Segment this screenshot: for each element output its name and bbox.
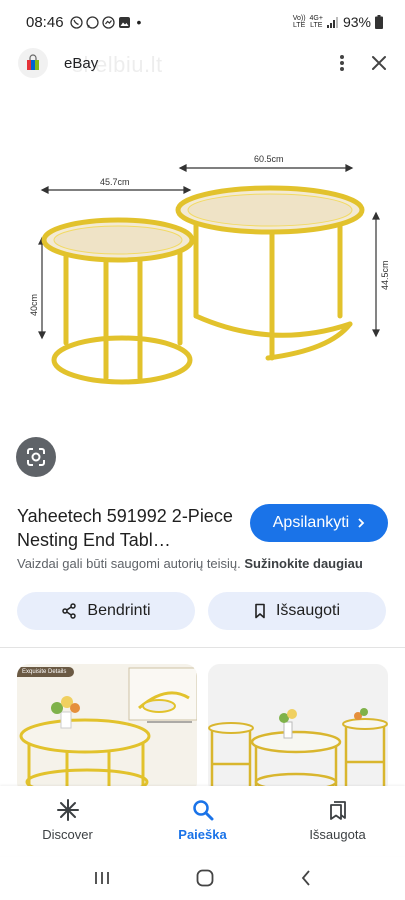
nav-search[interactable]: Paieška bbox=[135, 786, 270, 856]
result-title[interactable]: Yaheetech 591992 2-Piece Nesting End Tab… bbox=[17, 504, 247, 552]
related-image-1[interactable]: Exquisite Details bbox=[17, 664, 197, 794]
visit-label: Apsilankyti bbox=[272, 514, 350, 531]
notification-icons: • bbox=[69, 14, 142, 30]
copyright-text: Vaizdai gali būti saugomi autorių teisių… bbox=[17, 556, 245, 571]
watermark: skelbiu.lt bbox=[72, 52, 163, 77]
related-table-illustration-1 bbox=[17, 664, 197, 794]
messenger-icon bbox=[101, 15, 115, 29]
exquisite-details-tag: Exquisite Details bbox=[17, 667, 75, 677]
discover-asterisk-icon bbox=[56, 799, 79, 821]
status-bar: 08:46 • Vo)) LTE 4G+ LTE 93% bbox=[0, 0, 405, 44]
copyright-notice: Vaizdai gali būti saugomi autorių teisių… bbox=[17, 556, 363, 571]
dimension-width-small: 45.7cm bbox=[100, 177, 130, 187]
image-icon bbox=[118, 16, 130, 28]
lens-icon bbox=[27, 448, 45, 466]
signal-icon bbox=[326, 16, 338, 28]
related-image-2[interactable] bbox=[208, 664, 388, 794]
system-navigation-bar bbox=[0, 856, 405, 900]
status-time: 08:46 bbox=[26, 13, 64, 31]
more-options-icon[interactable] bbox=[339, 54, 345, 72]
nav-saved[interactable]: Išsaugota bbox=[270, 786, 405, 856]
bookmark-icon bbox=[255, 603, 265, 619]
nav-discover-label: Discover bbox=[42, 827, 93, 842]
recent-apps-icon[interactable] bbox=[93, 870, 111, 886]
bottom-navigation: Discover Paieška Išsaugota bbox=[0, 786, 405, 856]
home-icon[interactable] bbox=[196, 869, 214, 887]
lte-indicator: 4G+ LTE bbox=[309, 15, 323, 29]
search-icon bbox=[192, 800, 213, 821]
share-icon bbox=[62, 603, 77, 619]
save-label: Išsaugoti bbox=[275, 602, 341, 619]
share-button[interactable]: Bendrinti bbox=[17, 592, 195, 630]
large-table bbox=[193, 220, 353, 361]
divider bbox=[0, 647, 405, 648]
ebay-favicon bbox=[18, 48, 48, 78]
phone-icon bbox=[69, 15, 83, 29]
volte-indicator: Vo)) LTE bbox=[292, 15, 306, 29]
save-button[interactable]: Išsaugoti bbox=[208, 592, 386, 630]
nav-saved-label: Išsaugota bbox=[309, 827, 366, 842]
battery-percent: 93% bbox=[342, 14, 371, 30]
nav-discover[interactable]: Discover bbox=[0, 786, 135, 856]
product-image[interactable]: 60.5cm 45.7cm 40cm 44.5cm bbox=[0, 88, 405, 428]
battery-icon bbox=[375, 15, 383, 29]
chevron-right-icon bbox=[358, 518, 365, 528]
dimension-height-small: 40cm bbox=[29, 294, 39, 316]
share-label: Bendrinti bbox=[87, 602, 151, 619]
whatsapp-icon bbox=[85, 15, 99, 29]
small-table bbox=[51, 245, 193, 385]
dimension-width-large: 60.5cm bbox=[254, 154, 284, 164]
dimension-height-large: 44.5cm bbox=[380, 260, 390, 290]
related-table-illustration-2 bbox=[208, 664, 388, 794]
status-right: Vo)) LTE 4G+ LTE 93% bbox=[293, 14, 383, 30]
nav-search-label: Paieška bbox=[178, 827, 227, 842]
back-icon[interactable] bbox=[300, 869, 312, 887]
close-icon[interactable] bbox=[371, 55, 387, 71]
lens-search-button[interactable] bbox=[16, 437, 56, 477]
saved-collections-icon bbox=[329, 801, 346, 820]
shopping-bag-icon bbox=[27, 54, 39, 70]
dot-icon: • bbox=[136, 14, 142, 30]
viewer-header: skelbiu.lt eBay bbox=[0, 44, 405, 82]
nesting-tables-illustration: 60.5cm 45.7cm 40cm 44.5cm bbox=[29, 154, 390, 385]
visit-button[interactable]: Apsilankyti bbox=[250, 504, 388, 542]
learn-more-link[interactable]: Sužinokite daugiau bbox=[244, 556, 362, 571]
